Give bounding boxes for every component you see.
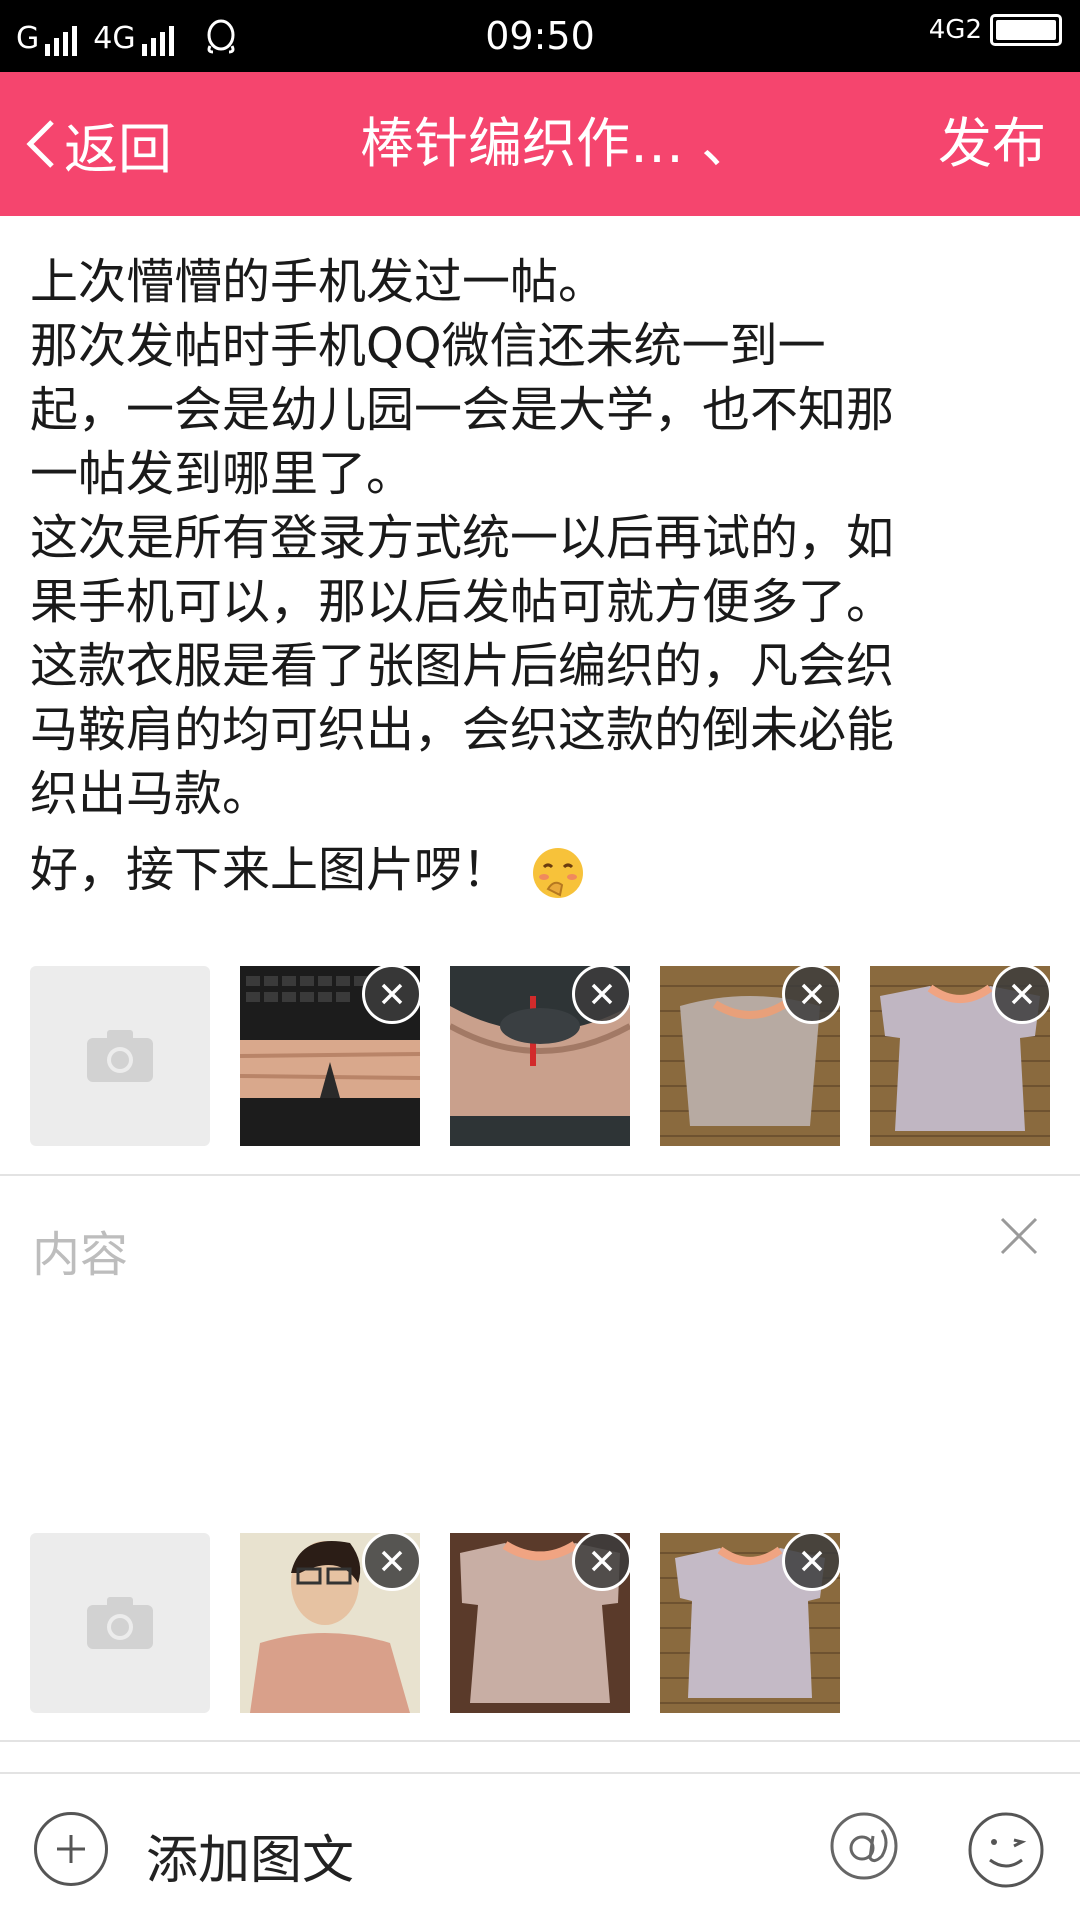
image-row-2 <box>30 1533 840 1713</box>
remove-image-button[interactable] <box>992 966 1050 1024</box>
remove-image-button[interactable] <box>782 1533 840 1591</box>
section-divider <box>0 1174 1080 1176</box>
image-thumbnail[interactable] <box>660 1533 840 1713</box>
text-line: 好，接下来上图片啰！ <box>30 842 511 898</box>
section-divider <box>0 1740 1080 1742</box>
text-line: 上次懵懵的手机发过一帖。 <box>30 254 607 310</box>
camera-icon <box>87 1030 153 1082</box>
text-line: 果手机可以，那以后发帖可就方便多了。 <box>30 574 895 630</box>
text-line: 马鞍肩的均可织出，会织这款的倒未必能 <box>30 702 895 758</box>
remove-image-button[interactable] <box>572 1533 630 1591</box>
image-thumbnail[interactable] <box>240 1533 420 1713</box>
battery-icon <box>990 14 1062 46</box>
publish-button[interactable]: 发布 <box>938 72 1046 216</box>
top-app-bar: 返回 棒针编织作… 、 发布 <box>0 72 1080 216</box>
image-thumbnail[interactable] <box>240 966 420 1146</box>
status-bar: G 4G 09:50 4G2 <box>0 0 1080 72</box>
remove-image-button[interactable] <box>572 966 630 1024</box>
blushing-face-icon <box>533 848 584 898</box>
close-icon <box>381 1550 403 1572</box>
image-thumbnail[interactable] <box>870 966 1050 1146</box>
clock: 09:50 <box>485 14 595 58</box>
remove-image-button[interactable] <box>362 966 420 1024</box>
image-thumbnail[interactable] <box>450 1533 630 1713</box>
text-line: 织出马款。 <box>30 766 271 822</box>
text-line: 一帖发到哪里了。 <box>30 446 415 502</box>
camera-icon <box>87 1597 153 1649</box>
close-icon <box>381 983 403 1005</box>
back-label: 返回 <box>64 117 172 181</box>
chevron-left-icon <box>26 120 54 168</box>
remove-image-button[interactable] <box>782 966 840 1024</box>
close-icon <box>801 983 823 1005</box>
image-thumbnail[interactable] <box>450 966 630 1146</box>
text-line: 起，一会是幼儿园一会是大学，也不知那 <box>30 382 895 438</box>
close-icon <box>1011 983 1033 1005</box>
image-row-1 <box>30 966 1050 1146</box>
close-icon <box>591 1550 613 1572</box>
image-thumbnail[interactable] <box>660 966 840 1146</box>
add-photo-button[interactable] <box>30 1533 210 1713</box>
text-line: 这款衣服是看了张图片后编织的，凡会织 <box>30 638 895 694</box>
close-icon <box>591 983 613 1005</box>
add-photo-button[interactable] <box>30 966 210 1146</box>
at-icon[interactable] <box>824 1806 904 1886</box>
add-content-button[interactable] <box>34 1812 108 1886</box>
close-icon[interactable] <box>998 1215 1040 1257</box>
add-content-label[interactable]: 添加图文 <box>146 1818 354 1893</box>
bottom-toolbar: 添加图文 <box>0 1772 1080 1920</box>
close-icon <box>801 1550 823 1572</box>
network-type: 4G2 <box>928 15 982 45</box>
smiley-icon[interactable] <box>966 1810 1046 1890</box>
plus-circle-icon <box>57 1835 85 1863</box>
text-line: 这次是所有登录方式统一以后再试的，如 <box>30 510 895 566</box>
post-body-text[interactable]: 上次懵懵的手机发过一帖。 那次发帖时手机QQ微信还未统一到一 起，一会是幼儿园一… <box>30 250 1050 902</box>
text-line: 那次发帖时手机QQ微信还未统一到一 <box>30 318 826 374</box>
back-button[interactable]: 返回 <box>20 72 172 216</box>
page-title: 棒针编织作… 、 <box>360 112 756 175</box>
status-right: 4G2 <box>929 14 1062 46</box>
content-input[interactable]: 内容 <box>32 1215 128 1285</box>
remove-image-button[interactable] <box>362 1533 420 1591</box>
